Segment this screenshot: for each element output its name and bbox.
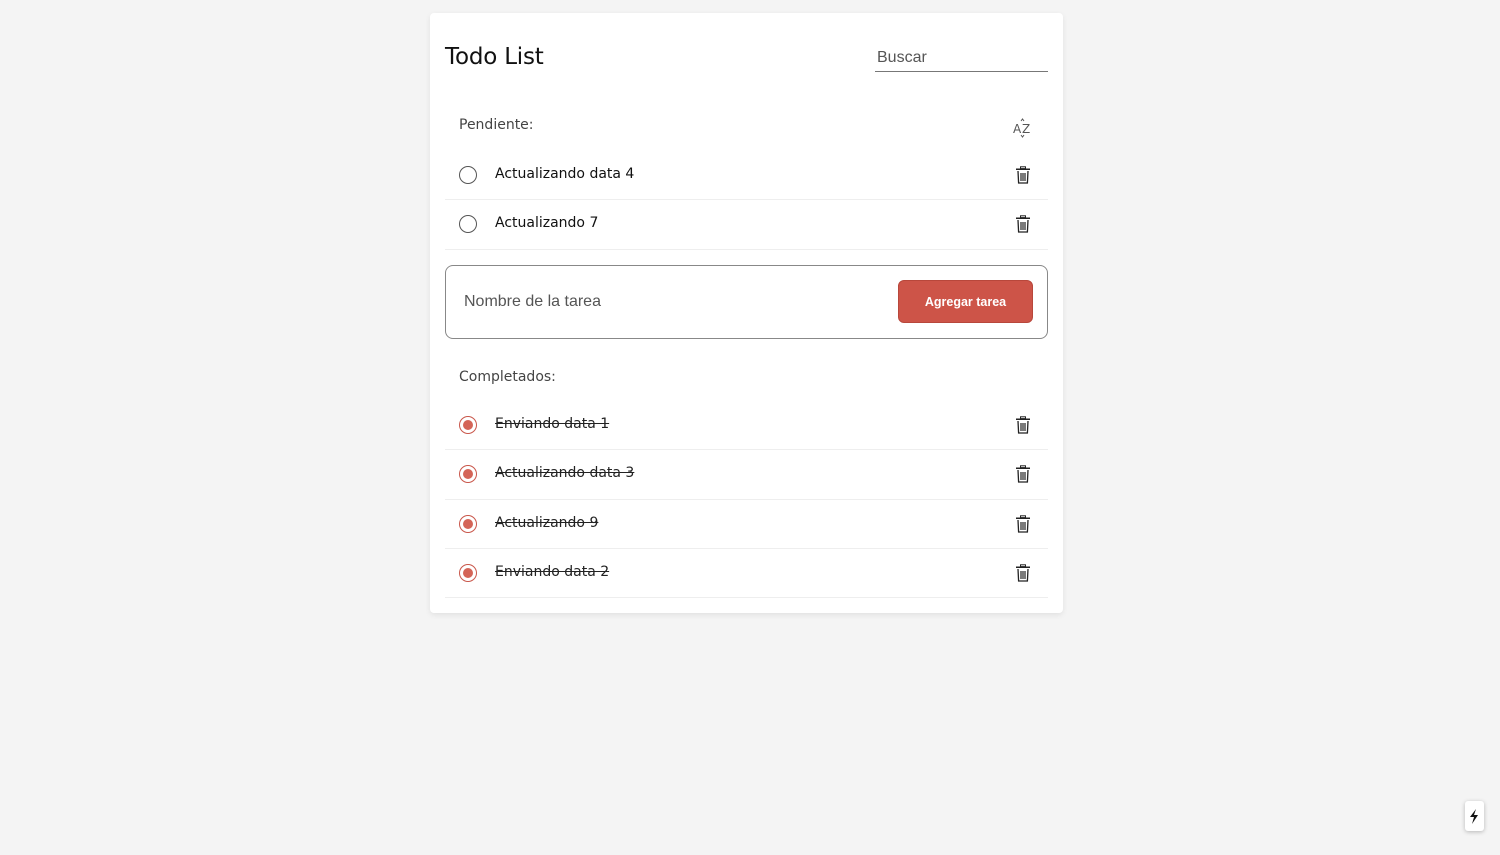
trash-icon[interactable] <box>1015 416 1031 434</box>
task-label: Actualizando data 3 <box>495 465 635 482</box>
task-label: Actualizando 9 <box>495 514 599 531</box>
pending-section-label: Pendiente: <box>459 117 534 133</box>
task-label: Actualizando data 4 <box>495 166 635 182</box>
trash-icon[interactable] <box>1015 166 1031 184</box>
checked-radio[interactable] <box>459 465 477 484</box>
list-item: Actualizando 9 <box>445 500 1048 549</box>
add-task-form: Agregar tarea <box>445 265 1048 339</box>
list-item: Actualizando 7 <box>445 200 1048 250</box>
add-task-button[interactable]: Agregar tarea <box>898 280 1033 323</box>
task-label: Actualizando 7 <box>495 215 599 232</box>
task-name-input[interactable] <box>462 288 882 316</box>
completed-section-label: Completados: <box>459 369 556 385</box>
list-item: Actualizando data 4 <box>445 151 1048 201</box>
trash-icon[interactable] <box>1015 514 1031 533</box>
checked-radio[interactable] <box>459 416 477 434</box>
lightning-bolt-icon[interactable] <box>1465 801 1484 831</box>
list-item: Enviando data 2 <box>445 549 1048 599</box>
svg-text:A: A <box>1013 122 1022 136</box>
svg-text:Z: Z <box>1022 122 1030 136</box>
unchecked-radio[interactable] <box>459 166 477 184</box>
list-item: Actualizando data 3 <box>445 450 1048 500</box>
task-label: Enviando data 1 <box>495 416 610 432</box>
header: Todo List <box>445 39 1048 87</box>
list-item: Enviando data 1 <box>445 401 1048 451</box>
trash-icon[interactable] <box>1015 215 1031 233</box>
page-title: Todo List <box>445 44 544 70</box>
trash-icon[interactable] <box>1015 564 1031 582</box>
search-input[interactable] <box>875 44 1048 72</box>
sort-alpha-icon[interactable]: A Z <box>1012 117 1034 139</box>
pending-list: Actualizando data 4 Actualizando 7 <box>445 151 1048 250</box>
unchecked-radio[interactable] <box>459 215 477 234</box>
trash-icon[interactable] <box>1015 465 1031 483</box>
checked-radio[interactable] <box>459 514 477 533</box>
checked-radio[interactable] <box>459 563 477 582</box>
task-label: Enviando data 2 <box>495 563 610 580</box>
todo-card: Todo List Pendiente: A Z Actualizando da… <box>430 13 1063 613</box>
completed-list: Enviando data 1 Actualizando data 3 Actual… <box>445 401 1048 599</box>
